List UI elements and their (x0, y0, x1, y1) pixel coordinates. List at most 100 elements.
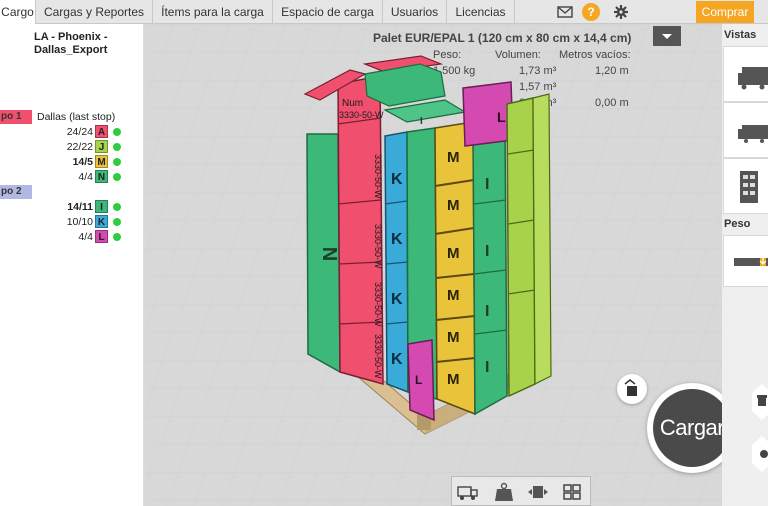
truck-icon[interactable] (456, 481, 480, 503)
buy-button[interactable]: Comprar (696, 1, 754, 23)
grid-icon[interactable] (560, 481, 584, 503)
status-dot (113, 143, 121, 151)
truck-top-icon (738, 125, 768, 143)
list-item[interactable]: 14/5 M (40, 155, 124, 169)
load-name-line-1: LA - Phoenix - (34, 31, 108, 43)
box-label: K (391, 291, 403, 308)
list-item[interactable]: 24/24 A (40, 125, 124, 139)
help-icon[interactable]: ? (582, 3, 600, 21)
box-label: 3330-50-W (373, 224, 383, 269)
weight-icon[interactable] (492, 481, 516, 503)
weight-view-button[interactable] (723, 235, 768, 287)
item-count: 14/11 (67, 201, 93, 213)
box-l: L (407, 339, 435, 422)
load-name: LA - Phoenix - Dallas_Export (34, 31, 108, 57)
weight-distribution-icon (734, 256, 768, 266)
list-item[interactable]: 10/10 K (40, 215, 124, 229)
box-label: N (318, 247, 340, 261)
box-label: L (497, 109, 506, 125)
box-label: 3330-50-W (339, 110, 384, 120)
tab-licencias[interactable]: Licencias (447, 0, 515, 24)
box-label: K (391, 351, 403, 368)
weight-title: Peso (724, 218, 751, 230)
box-stack-a: Num 3330-50-W 3330-50-W 3330-50-W 3330-5… (337, 75, 384, 385)
box-l-top: L (462, 81, 514, 147)
status-dot (113, 173, 121, 181)
box-label: 3330-50-W (373, 154, 383, 199)
box-top-green (364, 63, 446, 107)
view-top-button[interactable] (723, 102, 768, 158)
text-label-icon[interactable] (526, 481, 550, 503)
rotate-view-button[interactable] (617, 374, 647, 404)
item-label-badge: K (95, 215, 108, 228)
box-label: M (447, 245, 460, 262)
item-count: 22/22 (66, 141, 93, 153)
box-stack-i-right: I I I I (472, 127, 508, 416)
box-label: I (485, 359, 489, 376)
view-side-button[interactable] (723, 46, 768, 102)
tab-items-carga[interactable]: Ítems para la carga (153, 0, 273, 24)
views-title: Vistas (724, 29, 757, 41)
tab-usuarios[interactable]: Usuarios (383, 0, 447, 24)
box-label: I (485, 243, 489, 260)
box-label: Num (342, 98, 363, 109)
item-label-badge: I (95, 200, 108, 213)
box-label: K (391, 231, 403, 248)
container-front-icon (740, 171, 758, 203)
item-count: 24/24 (66, 126, 93, 138)
item-label-badge: L (95, 230, 108, 243)
box-stack-k: K K K K (384, 131, 409, 394)
item-count: 10/10 (66, 216, 93, 228)
box-label: M (447, 197, 460, 214)
bottom-toolbar (451, 476, 591, 506)
item-label-badge: J (95, 140, 108, 153)
item-label-badge: M (95, 155, 108, 168)
status-dot (113, 233, 121, 241)
box-stack-m: M M M M M M (434, 121, 476, 416)
mail-icon[interactable] (556, 3, 574, 21)
item-count: 4/4 (78, 171, 93, 183)
tab-cargo[interactable]: Cargo (0, 0, 36, 24)
status-dot (113, 128, 121, 136)
box-label: K (391, 171, 403, 188)
box-label: I (485, 303, 489, 320)
cargar-label: Cargar (653, 389, 722, 467)
box-label: M (447, 371, 460, 388)
status-dot (113, 218, 121, 226)
list-item[interactable]: 4/4 L (40, 230, 124, 244)
3d-viewport[interactable]: Palet EUR/EPAL 1 (120 cm x 80 cm x 14,4 … (145, 24, 722, 506)
gear-icon[interactable] (612, 3, 630, 21)
item-count: 4/4 (78, 231, 93, 243)
box-n: N (306, 133, 341, 374)
box-label: M (447, 149, 460, 166)
item-count: 14/5 (72, 156, 93, 168)
status-dot (113, 158, 121, 166)
box-label: M (447, 287, 460, 304)
box-stack-j (506, 93, 552, 398)
tab-espacio-carga[interactable]: Espacio de carga (273, 0, 383, 24)
tab-cargas-reportes[interactable]: Cargas y Reportes (36, 0, 153, 24)
rotate-hand-icon (624, 379, 637, 396)
box-label: 3330-50-W (373, 282, 383, 327)
box-label: 3330-50-W (373, 334, 383, 379)
box-label: L (415, 373, 422, 387)
load-summary-sidebar: LA - Phoenix - Dallas_Export po 1 Dallas… (0, 24, 144, 506)
view-front-button[interactable] (723, 158, 768, 214)
box-label: I (420, 116, 423, 127)
status-dot (113, 203, 121, 211)
pallet-3d-render: N Num 3330-50-W 3330-50-W 3330-50-W 3330… (303, 55, 552, 435)
group-1-tag[interactable]: po 1 (0, 110, 32, 124)
item-label-badge: N (95, 170, 108, 183)
box-label: M (447, 329, 460, 346)
box-label: I (485, 176, 489, 193)
list-item[interactable]: 4/4 N (40, 170, 124, 184)
truck-side-icon (738, 67, 768, 90)
item-label-badge: A (95, 125, 108, 138)
right-panel: Vistas Peso (722, 24, 768, 506)
group-2-tag[interactable]: po 2 (0, 185, 32, 199)
top-nav-bar: Cargo Cargas y Reportes Ítems para la ca… (0, 0, 768, 24)
list-item[interactable]: 22/22 J (40, 140, 124, 154)
group-1-stop: Dallas (last stop) (37, 111, 116, 123)
list-item[interactable]: 14/11 I (40, 200, 124, 214)
load-name-line-2: Dallas_Export (34, 44, 108, 56)
